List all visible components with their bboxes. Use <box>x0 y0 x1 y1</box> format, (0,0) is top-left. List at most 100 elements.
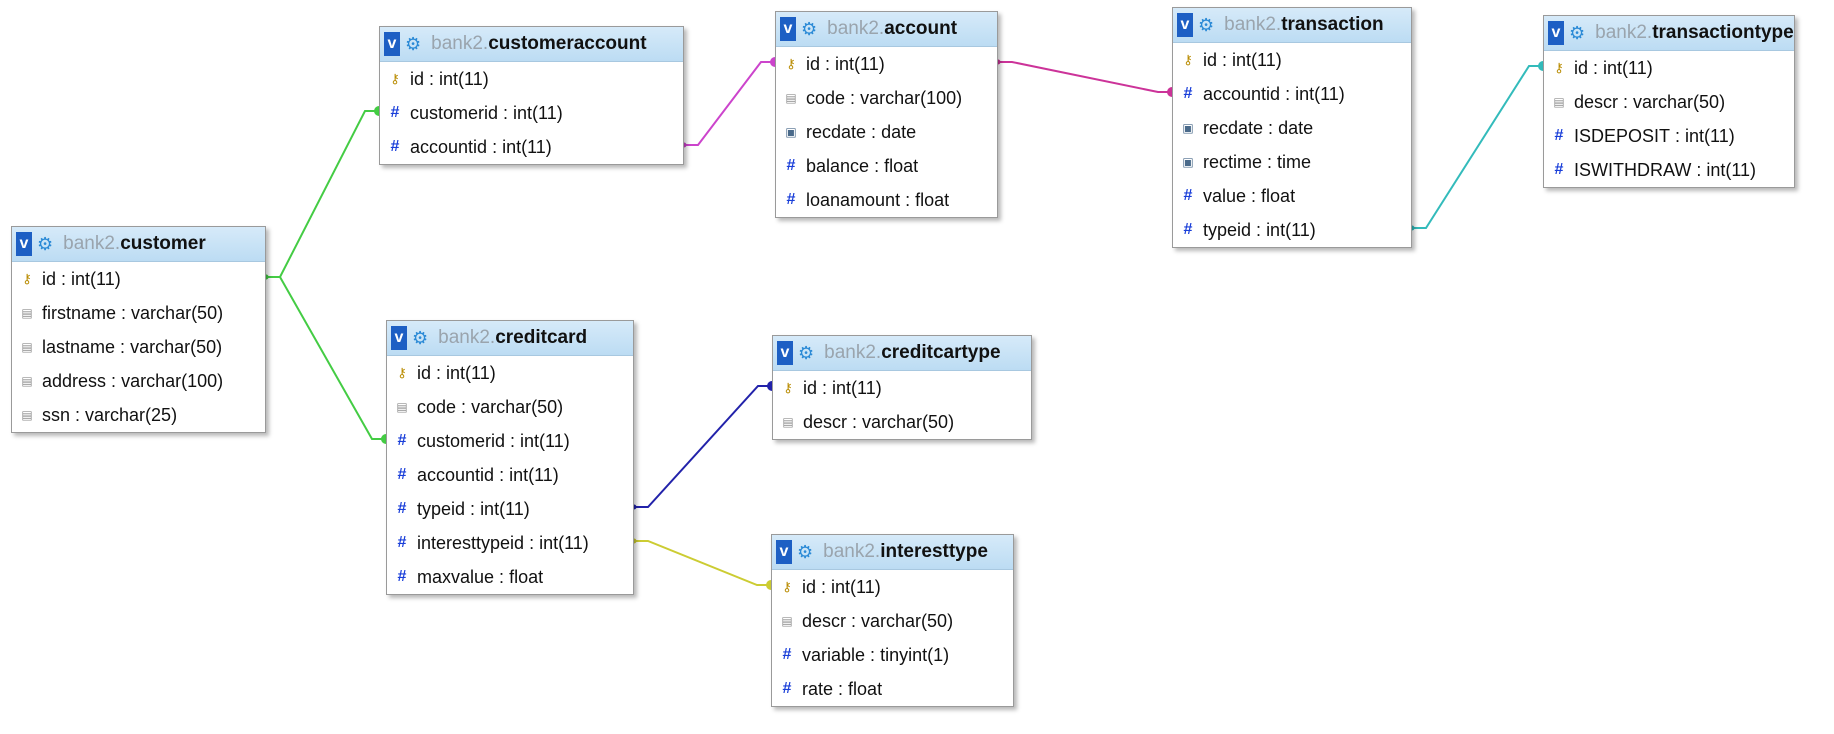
settings-gear-icon[interactable]: ⚙ <box>412 328 428 349</box>
table-header[interactable]: v ⚙ bank2. account <box>776 12 997 47</box>
column-row-iswithdraw[interactable]: # ISWITHDRAW : int(11) <box>1544 153 1794 187</box>
column-name: customerid <box>417 430 506 451</box>
column-name: id <box>42 268 57 289</box>
toggle-visibility-button[interactable]: v <box>777 341 793 365</box>
column-row-id[interactable]: ⚷ id : int(11) <box>380 62 683 96</box>
column-row-interesttypeid[interactable]: # interesttypeid : int(11) <box>387 526 633 560</box>
column-row-id[interactable]: ⚷ id : int(11) <box>1173 43 1411 77</box>
column-row-id[interactable]: ⚷ id : int(11) <box>12 262 265 296</box>
column-separator: : <box>869 155 885 176</box>
settings-gear-icon[interactable]: ⚙ <box>798 343 814 364</box>
column-row-typeid[interactable]: # typeid : int(11) <box>1173 213 1411 247</box>
relation-line-creditcard-typeid-to-creditcartype-id[interactable] <box>634 385 772 508</box>
column-row-descr[interactable]: ▤ descr : varchar(50) <box>1544 85 1794 119</box>
table-header[interactable]: v ⚙ bank2. creditcartype <box>773 336 1031 371</box>
column-type: int(11) <box>446 362 496 383</box>
toggle-visibility-button[interactable]: v <box>780 17 796 41</box>
settings-gear-icon[interactable]: ⚙ <box>37 234 53 255</box>
toggle-visibility-button[interactable]: v <box>1177 13 1193 37</box>
column-row-variable[interactable]: # variable : tinyint(1) <box>772 638 1013 672</box>
settings-gear-icon[interactable]: ⚙ <box>797 542 813 563</box>
numeric-icon: # <box>1183 85 1193 102</box>
toggle-visibility-button[interactable]: v <box>776 540 792 564</box>
settings-gear-icon[interactable]: ⚙ <box>801 19 817 40</box>
column-row-id[interactable]: ⚷ id : int(11) <box>776 47 997 81</box>
column-name: value <box>1203 185 1247 206</box>
table-creditcard[interactable]: v ⚙ bank2. creditcard ⚷ id : int(11) ▤ code : v… <box>386 320 634 595</box>
table-name: customeraccount <box>488 33 647 54</box>
table-header[interactable]: v ⚙ bank2. transactiontype <box>1544 16 1794 51</box>
settings-gear-icon[interactable]: ⚙ <box>1569 23 1585 44</box>
table-transactiontype[interactable]: v ⚙ bank2. transactiontype ⚷ id : int(11) ▤ des… <box>1543 15 1795 188</box>
column-row-value[interactable]: # value : float <box>1173 179 1411 213</box>
column-separator: : <box>866 121 882 142</box>
toggle-visibility-button[interactable]: v <box>391 326 407 350</box>
primary-key-icon: ⚷ <box>390 71 400 86</box>
relation-line-customer-id-to-customeraccount-customerid[interactable] <box>266 110 379 278</box>
relation-line-account-id-to-transaction-accountid[interactable] <box>998 61 1172 93</box>
table-header[interactable]: v ⚙ bank2. customeraccount <box>380 27 683 62</box>
table-account[interactable]: v ⚙ bank2. account ⚷ id : int(11) ▤ code : varc… <box>775 11 998 218</box>
numeric-icon: # <box>390 104 400 121</box>
table-header[interactable]: v ⚙ bank2. customer <box>12 227 265 262</box>
column-row-lastname[interactable]: ▤ lastname : varchar(50) <box>12 330 265 364</box>
relation-line-transaction-typeid-to-transactiontype-id[interactable] <box>1412 65 1543 229</box>
column-row-customerid[interactable]: # customerid : int(11) <box>380 96 683 130</box>
column-name: rate <box>802 678 834 699</box>
toggle-visibility-button[interactable]: v <box>384 32 400 56</box>
column-type: int(11) <box>1232 49 1282 70</box>
numeric-icon: # <box>397 534 407 551</box>
column-separator: : <box>56 268 72 289</box>
column-row-id[interactable]: ⚷ id : int(11) <box>1544 51 1794 85</box>
table-header[interactable]: v ⚙ bank2. transaction <box>1173 8 1411 43</box>
table-customer[interactable]: v ⚙ bank2. customer ⚷ id : int(11) ▤ firstname … <box>11 226 266 433</box>
schema-name: bank2 <box>1224 14 1276 35</box>
column-type: int(11) <box>832 377 882 398</box>
table-interesttype[interactable]: v ⚙ bank2. interesttype ⚷ id : int(11) ▤ descr … <box>771 534 1014 707</box>
column-row-id[interactable]: ⚷ id : int(11) <box>387 356 633 390</box>
column-row-loanamount[interactable]: # loanamount : float <box>776 183 997 217</box>
toggle-visibility-button[interactable]: v <box>16 232 32 256</box>
settings-gear-icon[interactable]: ⚙ <box>405 34 421 55</box>
column-row-recdate[interactable]: ▣ recdate : date <box>1173 111 1411 145</box>
column-row-rectime[interactable]: ▣ rectime : time <box>1173 145 1411 179</box>
column-name: loanamount <box>806 189 901 210</box>
column-row-accountid[interactable]: # accountid : int(11) <box>1173 77 1411 111</box>
table-name: creditcartype <box>881 342 1001 363</box>
column-row-address[interactable]: ▤ address : varchar(100) <box>12 364 265 398</box>
column-row-code[interactable]: ▤ code : varchar(100) <box>776 81 997 115</box>
column-row-firstname[interactable]: ▤ firstname : varchar(50) <box>12 296 265 330</box>
column-row-isdeposit[interactable]: # ISDEPOSIT : int(11) <box>1544 119 1794 153</box>
column-row-id[interactable]: ⚷ id : int(11) <box>772 570 1013 604</box>
column-row-code[interactable]: ▤ code : varchar(50) <box>387 390 633 424</box>
table-transaction[interactable]: v ⚙ bank2. transaction ⚷ id : int(11) # account… <box>1172 7 1412 248</box>
settings-gear-icon[interactable]: ⚙ <box>1198 15 1214 36</box>
table-creditcartype[interactable]: v ⚙ bank2. creditcartype ⚷ id : int(11) ▤ descr… <box>772 335 1032 440</box>
column-row-maxvalue[interactable]: # maxvalue : float <box>387 560 633 594</box>
column-row-ssn[interactable]: ▤ ssn : varchar(25) <box>12 398 265 432</box>
relation-line-creditcard-interesttypeid-to-interesttype-id[interactable] <box>634 540 771 586</box>
column-type: date <box>881 121 917 142</box>
column-row-customerid[interactable]: # customerid : int(11) <box>387 424 633 458</box>
column-type: varchar(50) <box>131 302 224 323</box>
column-row-descr[interactable]: ▤ descr : varchar(50) <box>772 604 1013 638</box>
text-icon: ▤ <box>781 614 793 628</box>
column-row-rate[interactable]: # rate : float <box>772 672 1013 706</box>
table-header[interactable]: v ⚙ bank2. interesttype <box>772 535 1013 570</box>
column-row-id[interactable]: ⚷ id : int(11) <box>773 371 1031 405</box>
relation-line-customeraccount-accountid-to-account-id[interactable] <box>684 61 775 146</box>
column-row-accountid[interactable]: # accountid : int(11) <box>380 130 683 164</box>
column-separator: : <box>70 404 86 425</box>
column-row-recdate[interactable]: ▣ recdate : date <box>776 115 997 149</box>
toggle-visibility-button[interactable]: v <box>1548 21 1564 45</box>
table-customeraccount[interactable]: v ⚙ bank2. customeraccount ⚷ id : int(11) # cus… <box>379 26 684 165</box>
primary-key-icon: ⚷ <box>1554 60 1564 75</box>
column-row-accountid[interactable]: # accountid : int(11) <box>387 458 633 492</box>
numeric-icon: # <box>397 466 407 483</box>
table-header[interactable]: v ⚙ bank2. creditcard <box>387 321 633 356</box>
relation-line-customer-id-to-creditcard-customerid[interactable] <box>266 276 386 440</box>
column-row-descr[interactable]: ▤ descr : varchar(50) <box>773 405 1031 439</box>
column-row-typeid[interactable]: # typeid : int(11) <box>387 492 633 526</box>
column-name: ISDEPOSIT <box>1574 125 1671 146</box>
column-row-balance[interactable]: # balance : float <box>776 149 997 183</box>
